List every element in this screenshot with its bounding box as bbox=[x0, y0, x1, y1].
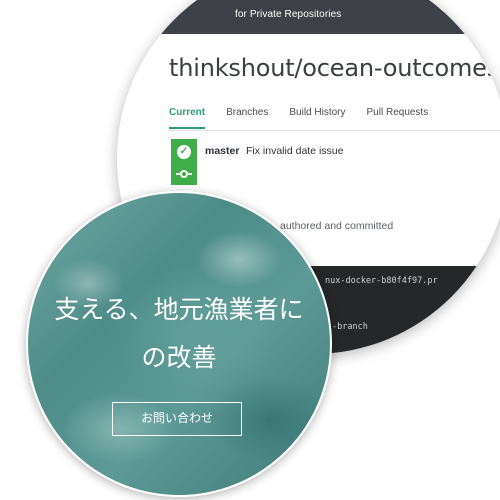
hero-screenshot-circle: 支える、地元漁業者に の改善 お問い合わせ bbox=[26, 191, 332, 497]
commit-message[interactable]: Fix invalid date issue bbox=[246, 145, 343, 157]
check-icon: ✓ bbox=[177, 145, 191, 159]
commit-icon bbox=[176, 170, 192, 178]
tab-pull-requests[interactable]: Pull Requests bbox=[367, 107, 429, 129]
contact-button[interactable]: お問い合わせ bbox=[112, 402, 242, 436]
topbar-text: for Private Repositories bbox=[235, 9, 342, 20]
hero-heading-line2: の改善 bbox=[141, 343, 217, 372]
commit-meta: authored and committed bbox=[280, 220, 394, 232]
hero-heading-line1: 支える、地元漁業者に bbox=[54, 295, 304, 324]
tab-branches[interactable]: Branches bbox=[226, 107, 268, 129]
ci-topbar: for Private Repositories bbox=[117, 0, 500, 34]
branch-name[interactable]: master bbox=[205, 145, 239, 157]
log-line: nux-docker-b80f4f97.pr bbox=[325, 276, 438, 286]
log-line: -branch bbox=[332, 322, 368, 332]
tab-current[interactable]: Current bbox=[169, 107, 206, 129]
ci-tabs: Current Branches Build History Pull Requ… bbox=[169, 107, 449, 129]
tab-build-history[interactable]: Build History bbox=[289, 107, 345, 129]
tabs-divider bbox=[169, 130, 500, 131]
repo-title[interactable]: thinkshout/ocean-outcomes bbox=[169, 54, 499, 82]
build-status-bar: ✓ bbox=[171, 139, 197, 185]
